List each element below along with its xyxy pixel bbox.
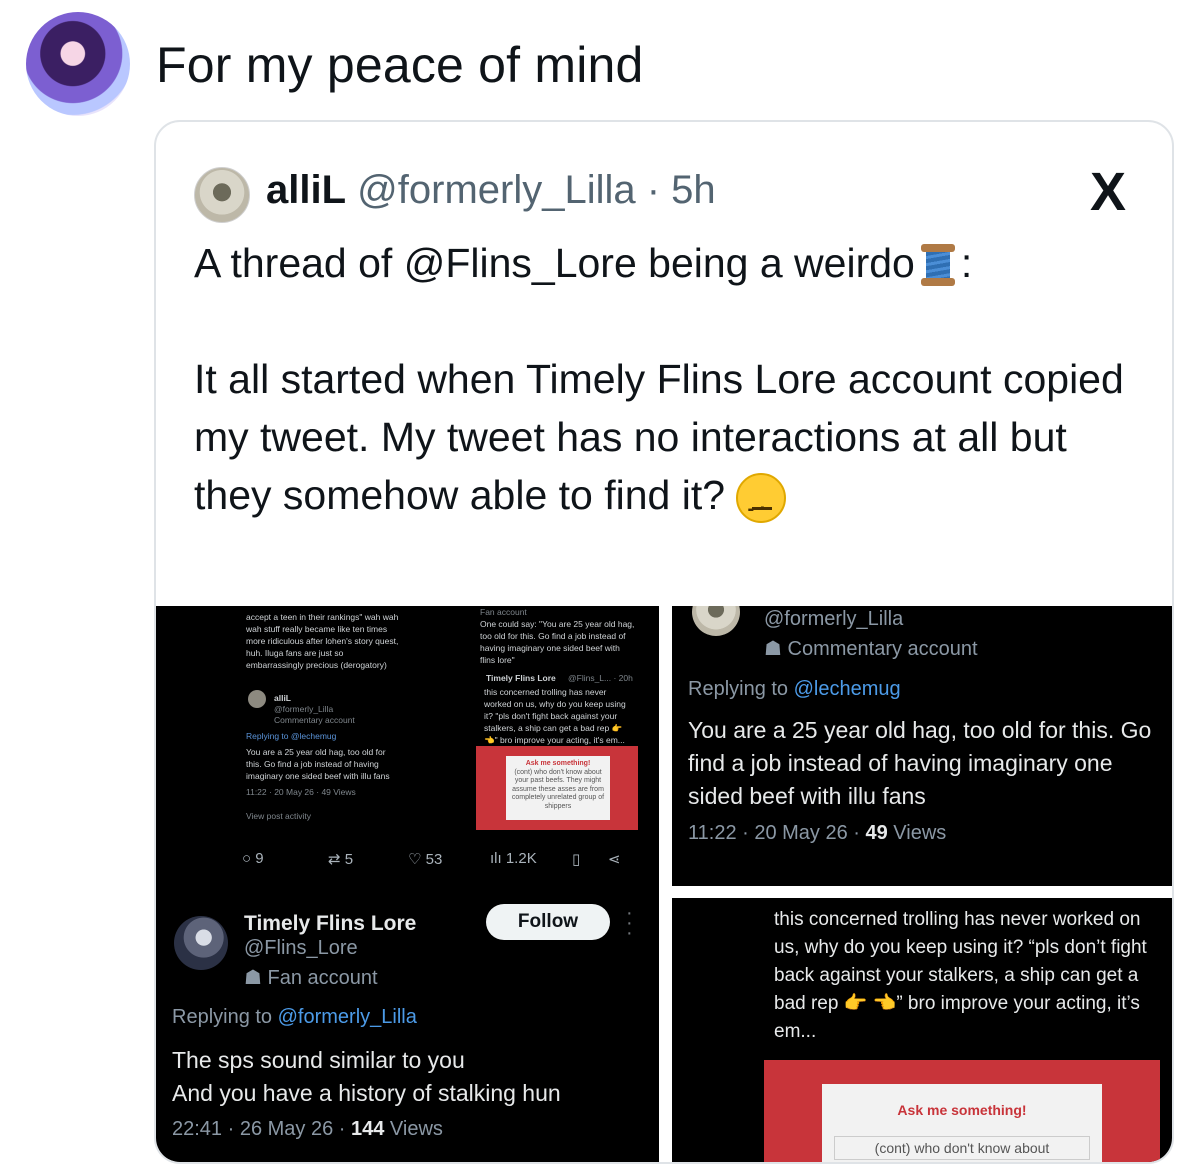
mini-r: too old for this. Go find a job instead …	[480, 631, 626, 641]
screenshot-right-bottom[interactable]: this concerned trolling has never worked…	[672, 898, 1172, 1162]
mini-s: stalkers, a ship can get a bad rep 👉	[484, 723, 623, 733]
ask-cont: (cont) who don't know about	[834, 1136, 1090, 1160]
replying-to: Replying to @formerly_Lilla	[172, 1006, 417, 1028]
frag-line: accept a teen in their rankings" wah wah	[246, 612, 399, 622]
commentary-account-label: ☗ Commentary account	[764, 638, 978, 660]
mini-s: 👈" bro improve your acting, it's em...	[484, 735, 625, 745]
frag-line: embarrassingly precious (derogatory)	[246, 660, 387, 670]
poster-avatar[interactable]	[26, 12, 130, 116]
mini-c: your past beefs. They might	[514, 777, 602, 784]
views-button[interactable]: ılı 1.2K	[490, 850, 537, 867]
flins-reply-meta: 22:41 · 26 May 26 · 144 Views	[172, 1118, 443, 1140]
spool-emoji-icon	[920, 240, 955, 292]
quoted-author-avatar[interactable]	[194, 167, 250, 223]
mini-ask-card: Ask me something! (cont) who don't know …	[506, 756, 610, 820]
allil-reply-meta: 11:22 · 20 May 26 · 49 Views	[688, 822, 947, 844]
mini-red-card: Ask me something! (cont) who don't know …	[476, 746, 638, 830]
mini-tag: Commentary account	[274, 715, 355, 725]
mini-text: this. Go find a job instead of having	[246, 759, 379, 769]
mini-meta: 11:22 · 20 May 26 · 49 Views	[246, 787, 356, 797]
follow-button[interactable]: Follow	[486, 904, 610, 940]
ask-card-red: Ask me something! (cont) who don't know …	[764, 1060, 1160, 1162]
quoted-author-header: alliL @formerly_Lilla · 5h	[266, 168, 716, 213]
replying-to-link[interactable]: @formerly_Lilla	[278, 1006, 417, 1028]
quoted-line1-colon: :	[960, 240, 973, 286]
allil-handle[interactable]: @formerly_Lilla	[764, 608, 903, 631]
frag-line: more ridiculous after lohen's story ques…	[246, 636, 399, 646]
quoted-author-name[interactable]: alliL	[266, 168, 346, 212]
engagement-bar: ○ 9 ⇄ 5 ♡ 53 ılı 1.2K ▯ ⋖	[156, 846, 659, 876]
mini-c: shippers	[544, 802, 572, 810]
concerned-trolling-text: this concerned trolling has never worked…	[774, 909, 1147, 1042]
quoted-post-text: A thread of @Flins_Lore being a weirdo: …	[194, 234, 1144, 538]
quoted-author-handle[interactable]: @formerly_Lilla	[357, 168, 635, 212]
flins-reply-text: The sps sound similar to you And you hav…	[172, 1047, 561, 1106]
screenshot-left-bottom[interactable]: Timely Flins Lore @Flins_Lore ☗ Fan acco…	[156, 884, 659, 1162]
raised-eyebrow-emoji-icon	[736, 473, 787, 538]
flins-handle[interactable]: @Flins_Lore	[244, 937, 358, 960]
quoted-post-card[interactable]: alliL @formerly_Lilla · 5h X A thread of…	[154, 120, 1174, 1164]
replying-to-link[interactable]: @lechemug	[794, 678, 901, 700]
mini-s: worked on us, why do you keep using	[484, 699, 626, 709]
fan-account-label: ☗ Fan account	[244, 967, 378, 989]
mini-text: imaginary one sided beef with illu fans	[246, 771, 390, 781]
allil-reply-text: You are a 25 year old hag, too old for t…	[688, 717, 1152, 809]
bookmark-icon[interactable]: ▯	[572, 850, 580, 868]
mini-text: You are a 25 year old hag, too old for	[246, 747, 386, 757]
more-options-icon[interactable]: · · ·	[626, 903, 634, 943]
mini-r: having imaginary one sided beef with	[480, 643, 620, 653]
mini-activity: View post activity	[246, 811, 312, 821]
mini-c: (cont) who don't know about	[514, 768, 602, 776]
mini-s: this concerned trolling has never	[484, 687, 607, 697]
allil-avatar[interactable]	[692, 606, 740, 636]
x-logo-icon: X	[1089, 162, 1127, 222]
ask-card: Ask me something! (cont) who don't know …	[822, 1084, 1102, 1162]
mini-s: it? "pls don't fight back against your	[484, 711, 618, 721]
mini-ask: Ask me something!	[525, 760, 591, 767]
flins-name[interactable]: Timely Flins Lore	[244, 912, 416, 936]
mini-name2: Timely Flins Lore	[486, 673, 556, 683]
replying-to: Replying to @lechemug	[688, 678, 901, 700]
flins-avatar[interactable]	[174, 916, 228, 970]
screenshot-right-top[interactable]: @formerly_Lilla ☗ Commentary account Rep…	[672, 606, 1172, 886]
mini-r: One could say: "You are 25 year old hag,	[480, 619, 635, 629]
quoted-body: It all started when Timely Flins Lore ac…	[194, 356, 1124, 519]
quoted-line1: A thread of @Flins_Lore being a weirdo	[194, 240, 915, 286]
mini-replying: Replying to @lechemug	[246, 731, 337, 741]
mini-c: completely unrelated group of	[511, 794, 605, 801]
mini-r: flins lore"	[480, 655, 515, 665]
frag-line: wah stuff really became like ten times	[246, 624, 388, 634]
quoted-post-time: · 5h	[646, 168, 716, 212]
mini-avatar	[248, 690, 266, 708]
ask-title: Ask me something!	[897, 1102, 1027, 1118]
reply-button[interactable]: ○ 9	[242, 850, 264, 867]
frag-line: huh. Iluga fans are just so	[246, 648, 344, 658]
post-title: For my peace of mind	[156, 37, 644, 93]
screenshot-left-top[interactable]: accept a teen in their rankings" wah wah…	[156, 606, 659, 884]
mini-fan: Fan account	[480, 607, 527, 617]
repost-button[interactable]: ⇄ 5	[328, 850, 353, 868]
share-icon[interactable]: ⋖	[608, 850, 621, 868]
mini-h2: @Flins_L... · 20h	[568, 673, 633, 683]
mini-c: assume these asses are from	[512, 785, 604, 793]
like-button[interactable]: ♡ 53	[408, 850, 442, 868]
